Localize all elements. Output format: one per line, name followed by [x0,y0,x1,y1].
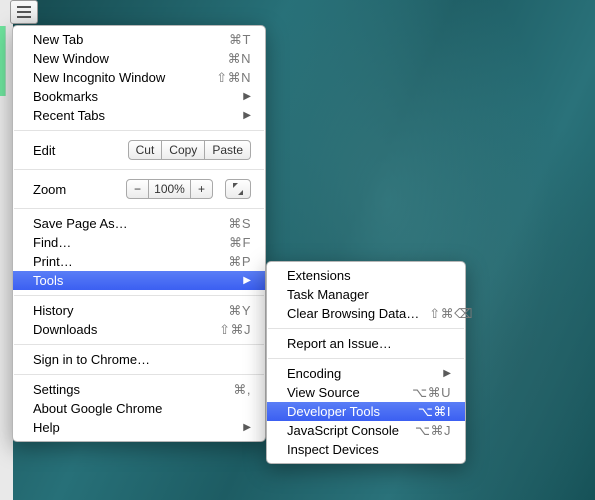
menu-label: Tools [33,273,233,288]
menu-shortcut: ⌥⌘J [405,423,451,439]
menu-item-help[interactable]: Help ▶ [13,418,265,437]
menu-item-find[interactable]: Find… ⌘F [13,233,265,252]
menu-item-print[interactable]: Print… ⌘P [13,252,265,271]
menu-label: New Tab [33,32,219,47]
menu-label: Extensions [287,268,451,283]
menu-shortcut: ⌘P [218,254,251,270]
menu-label: About Google Chrome [33,401,251,416]
menu-label: Print… [33,254,218,269]
menu-label: History [33,303,218,318]
submenu-arrow-icon: ▶ [433,368,451,379]
menu-item-downloads[interactable]: Downloads ⇧⌘J [13,320,265,339]
menu-label: Find… [33,235,219,250]
tools-submenu: Extensions Task Manager Clear Browsing D… [266,261,466,464]
menu-item-new-incognito[interactable]: New Incognito Window ⇧⌘N [13,68,265,87]
menu-item-new-tab[interactable]: New Tab ⌘T [13,30,265,49]
menu-shortcut: ⌘Y [218,303,251,319]
submenu-arrow-icon: ▶ [233,275,251,286]
paste-button[interactable]: Paste [205,140,251,160]
copy-button[interactable]: Copy [162,140,205,160]
submenu-item-inspect-devices[interactable]: Inspect Devices [267,440,465,459]
menu-label: View Source [287,385,402,400]
menu-item-history[interactable]: History ⌘Y [13,301,265,320]
zoom-level: 100% [149,179,191,199]
menu-separator [14,374,264,375]
menu-shortcut: ⌘T [219,32,251,48]
hamburger-icon [17,6,31,8]
menu-label: Developer Tools [287,404,408,419]
fullscreen-icon [233,183,243,195]
chrome-main-menu: New Tab ⌘T New Window ⌘N New Incognito W… [12,25,266,442]
menu-label: Recent Tabs [33,108,233,123]
chrome-menu-button[interactable] [10,0,38,24]
menu-item-zoom: Zoom − 100% + [13,175,265,203]
menu-shortcut: ⇧⌘J [209,322,251,338]
submenu-arrow-icon: ▶ [233,91,251,102]
submenu-arrow-icon: ▶ [233,422,251,433]
submenu-item-view-source[interactable]: View Source ⌥⌘U [267,383,465,402]
menu-label: Task Manager [287,287,451,302]
menu-item-about[interactable]: About Google Chrome [13,399,265,418]
menu-label: Sign in to Chrome… [33,352,251,367]
menu-item-sign-in[interactable]: Sign in to Chrome… [13,350,265,369]
menu-shortcut: ⌘F [219,235,251,251]
menu-separator [14,208,264,209]
menu-separator [14,169,264,170]
menu-label: Settings [33,382,223,397]
submenu-item-javascript-console[interactable]: JavaScript Console ⌥⌘J [267,421,465,440]
menu-label: Zoom [33,182,126,197]
submenu-item-clear-browsing-data[interactable]: Clear Browsing Data… ⇧⌘⌫ [267,304,465,323]
submenu-item-extensions[interactable]: Extensions [267,266,465,285]
menu-shortcut: ⌘N [218,51,251,67]
menu-label: Clear Browsing Data… [287,306,419,321]
menu-item-tools[interactable]: Tools ▶ [13,271,265,290]
menu-label: Save Page As… [33,216,218,231]
zoom-in-button[interactable]: + [191,179,213,199]
menu-item-recent-tabs[interactable]: Recent Tabs ▶ [13,106,265,125]
submenu-arrow-icon: ▶ [233,110,251,121]
menu-separator [14,130,264,131]
submenu-item-encoding[interactable]: Encoding ▶ [267,364,465,383]
cut-button[interactable]: Cut [128,140,163,160]
menu-shortcut: ⌥⌘I [408,404,451,420]
menu-label: Report an Issue… [287,336,451,351]
menu-shortcut: ⌘S [218,216,251,232]
menu-label: Downloads [33,322,209,337]
menu-label: New Incognito Window [33,70,206,85]
menu-label: Help [33,420,233,435]
submenu-item-report-issue[interactable]: Report an Issue… [267,334,465,353]
menu-label: Encoding [287,366,433,381]
menu-label: New Window [33,51,218,66]
submenu-item-task-manager[interactable]: Task Manager [267,285,465,304]
menu-shortcut: ⇧⌘⌫ [419,306,473,322]
menu-item-settings[interactable]: Settings ⌘, [13,380,265,399]
menu-label: Bookmarks [33,89,233,104]
submenu-item-developer-tools[interactable]: Developer Tools ⌥⌘I [267,402,465,421]
menu-separator [14,295,264,296]
menu-separator [14,344,264,345]
menu-label: Inspect Devices [287,442,451,457]
browser-tab-edge [0,26,6,96]
menu-item-bookmarks[interactable]: Bookmarks ▶ [13,87,265,106]
zoom-out-button[interactable]: − [126,179,149,199]
menu-shortcut: ⌥⌘U [402,385,451,401]
menu-label: JavaScript Console [287,423,405,438]
menu-item-new-window[interactable]: New Window ⌘N [13,49,265,68]
fullscreen-button[interactable] [225,179,251,199]
menu-separator [268,358,464,359]
menu-shortcut: ⌘, [223,382,251,398]
menu-label: Edit [33,143,128,158]
menu-item-edit: Edit Cut Copy Paste [13,136,265,164]
menu-shortcut: ⇧⌘N [206,70,251,86]
menu-separator [268,328,464,329]
menu-item-save-page-as[interactable]: Save Page As… ⌘S [13,214,265,233]
